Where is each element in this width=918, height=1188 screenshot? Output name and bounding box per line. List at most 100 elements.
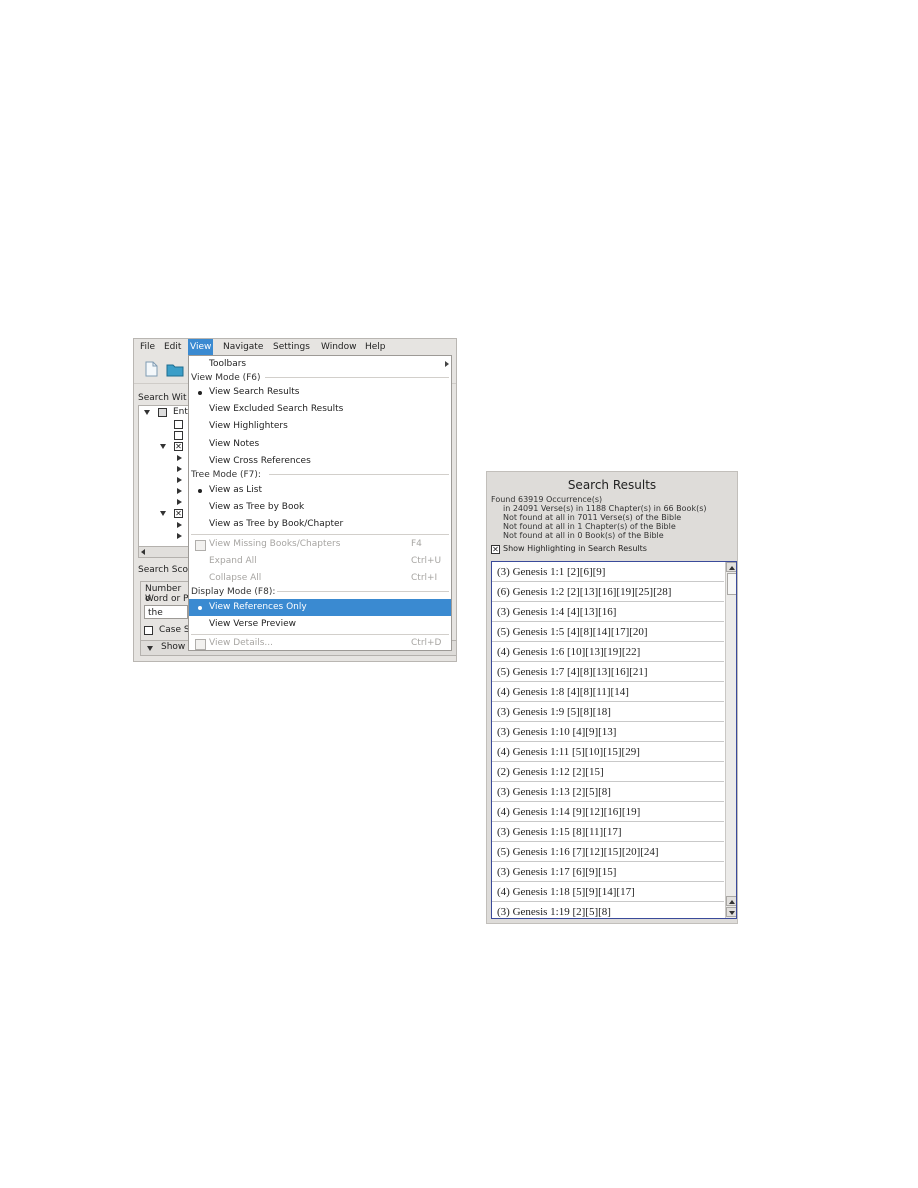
horizontal-scrollbar[interactable]: [138, 546, 190, 558]
result-row[interactable]: (3) Genesis 1:4 [4][13][16]: [492, 602, 724, 622]
open-folder-icon[interactable]: [166, 360, 184, 378]
menu-item-collapse-all[interactable]: Collapse All Ctrl+I: [189, 570, 451, 587]
menu-item-view-notes[interactable]: View Notes: [189, 436, 451, 453]
collapse-arrow-icon[interactable]: [177, 533, 182, 539]
search-results-panel: Search Results Found 63919 Occurrence(s)…: [486, 471, 738, 924]
search-within-label: Search Wit: [138, 393, 187, 403]
tree-checkbox[interactable]: [158, 408, 167, 417]
expand-arrow-icon[interactable]: [147, 646, 153, 651]
results-list[interactable]: (3) Genesis 1:1 [2][6][9] (6) Genesis 1:…: [491, 561, 737, 919]
show-highlighting-checkbox[interactable]: ✕: [491, 545, 500, 554]
menu-navigate[interactable]: Navigate: [221, 341, 265, 353]
tree-checkbox[interactable]: [174, 431, 183, 440]
result-row[interactable]: (3) Genesis 1:13 [2][5][8]: [492, 782, 724, 802]
tree-checkbox-checked[interactable]: ✕: [174, 442, 183, 451]
result-row[interactable]: (4) Genesis 1:18 [5][9][14][17]: [492, 882, 724, 902]
stat-not-found-verses: Not found at all in 7011 Verse(s) of the…: [503, 513, 682, 522]
submenu-arrow-icon: [445, 361, 449, 367]
view-mode-header: View Mode (F6): [191, 373, 261, 383]
tree-checkbox-checked[interactable]: ✕: [174, 509, 183, 518]
shortcut-ctrl-d: Ctrl+D: [411, 638, 442, 648]
tree-mode-header: Tree Mode (F7):: [191, 470, 261, 480]
display-mode-header: Display Mode (F8):: [191, 587, 276, 597]
scrollbar-thumb[interactable]: [727, 573, 736, 595]
section-divider: [269, 474, 449, 475]
menu-item-view-missing[interactable]: View Missing Books/Chapters F4: [189, 536, 451, 553]
menu-item-view-tree-by-book-chapter[interactable]: View as Tree by Book/Chapter: [189, 516, 451, 533]
checkbox-icon: [195, 540, 206, 551]
result-row[interactable]: (3) Genesis 1:19 [2][5][8]: [492, 902, 724, 918]
result-row[interactable]: (5) Genesis 1:5 [4][8][14][17][20]: [492, 622, 724, 642]
result-row[interactable]: (3) Genesis 1:10 [4][9][13]: [492, 722, 724, 742]
menu-item-view-details[interactable]: View Details... Ctrl+D: [189, 635, 451, 652]
menu-item-view-as-list[interactable]: View as List: [189, 482, 451, 499]
stat-found-in: in 24091 Verse(s) in 1188 Chapter(s) in …: [503, 504, 707, 513]
scroll-up-button[interactable]: [726, 896, 736, 906]
view-menu-dropdown: Toolbars View Mode (F6) View Search Resu…: [188, 355, 452, 651]
search-input[interactable]: the: [144, 605, 188, 619]
result-row[interactable]: (3) Genesis 1:15 [8][11][17]: [492, 822, 724, 842]
menu-item-expand-all[interactable]: Expand All Ctrl+U: [189, 553, 451, 570]
collapse-arrow-icon[interactable]: [177, 522, 182, 528]
result-row[interactable]: (4) Genesis 1:6 [10][13][19][22]: [492, 642, 724, 662]
collapse-arrow-icon[interactable]: [177, 488, 182, 494]
new-document-icon[interactable]: [142, 360, 160, 378]
scroll-left-icon[interactable]: [141, 549, 145, 555]
result-row[interactable]: (4) Genesis 1:8 [4][8][11][14]: [492, 682, 724, 702]
menu-separator: [191, 534, 449, 535]
menu-help[interactable]: Help: [363, 341, 388, 353]
result-row[interactable]: (4) Genesis 1:14 [9][12][16][19]: [492, 802, 724, 822]
shortcut-ctrl-u: Ctrl+U: [411, 556, 442, 566]
expand-arrow-icon[interactable]: [160, 444, 166, 449]
radio-selected-icon: [198, 606, 202, 610]
menu-item-view-tree-by-book[interactable]: View as Tree by Book: [189, 499, 451, 516]
collapse-arrow-icon[interactable]: [177, 466, 182, 472]
radio-selected-icon: [198, 489, 202, 493]
scroll-up-button[interactable]: [726, 562, 736, 572]
result-row[interactable]: (5) Genesis 1:7 [4][8][13][16][21]: [492, 662, 724, 682]
result-row[interactable]: (3) Genesis 1:9 [5][8][18]: [492, 702, 724, 722]
collapse-arrow-icon[interactable]: [177, 455, 182, 461]
result-row[interactable]: (6) Genesis 1:2 [2][13][16][19][25][28]: [492, 582, 724, 602]
result-row[interactable]: (4) Genesis 1:11 [5][10][15][29]: [492, 742, 724, 762]
search-results-title: Search Results: [567, 478, 657, 492]
menu-bar: File Edit View Navigate Settings Window …: [134, 339, 456, 355]
show-highlighting-label: Show Highlighting in Search Results: [503, 544, 647, 553]
collapse-arrow-icon[interactable]: [177, 477, 182, 483]
scope-tree[interactable]: Ent ✕ ✕: [138, 405, 190, 547]
menu-item-view-excluded[interactable]: View Excluded Search Results: [189, 401, 451, 418]
vertical-scrollbar[interactable]: [725, 562, 736, 918]
menu-view[interactable]: View: [188, 339, 214, 355]
expand-arrow-icon[interactable]: [160, 511, 166, 516]
radio-selected-icon: [198, 391, 202, 395]
scroll-down-button[interactable]: [726, 907, 736, 917]
result-row[interactable]: (5) Genesis 1:16 [7][12][15][20][24]: [492, 842, 724, 862]
menu-window[interactable]: Window: [319, 341, 359, 353]
collapse-arrow-icon[interactable]: [177, 499, 182, 505]
menu-item-view-highlighters[interactable]: View Highlighters: [189, 418, 451, 435]
scroll-up-icon: [729, 566, 735, 570]
menu-item-view-search-results[interactable]: View Search Results: [189, 384, 451, 401]
show-label: Show: [161, 642, 186, 652]
result-row[interactable]: (3) Genesis 1:17 [6][9][15]: [492, 862, 724, 882]
menu-edit[interactable]: Edit: [162, 341, 183, 353]
menu-item-toolbars[interactable]: Toolbars: [189, 356, 451, 373]
menu-file[interactable]: File: [138, 341, 157, 353]
case-sensitive-label: Case S: [159, 625, 190, 635]
expand-arrow-icon[interactable]: [144, 410, 150, 415]
tree-checkbox[interactable]: [174, 420, 183, 429]
stat-not-found-chapters: Not found at all in 1 Chapter(s) of the …: [503, 522, 676, 531]
menu-settings[interactable]: Settings: [271, 341, 312, 353]
stat-occurrences: Found 63919 Occurrence(s): [491, 495, 603, 504]
app-window: File Edit View Navigate Settings Window …: [133, 338, 457, 662]
menu-item-view-cross-references[interactable]: View Cross References: [189, 453, 451, 470]
details-icon: [195, 639, 206, 650]
show-highlighting-row[interactable]: ✕ Show Highlighting in Search Results: [491, 544, 647, 554]
shortcut-f4: F4: [411, 539, 422, 549]
result-row[interactable]: (2) Genesis 1:12 [2][15]: [492, 762, 724, 782]
menu-item-view-verse-preview[interactable]: View Verse Preview: [189, 616, 451, 633]
result-row[interactable]: (3) Genesis 1:1 [2][6][9]: [492, 562, 724, 582]
scroll-down-icon: [729, 911, 735, 915]
menu-item-view-references-only[interactable]: View References Only: [189, 599, 451, 616]
case-sensitive-checkbox[interactable]: [144, 626, 153, 635]
